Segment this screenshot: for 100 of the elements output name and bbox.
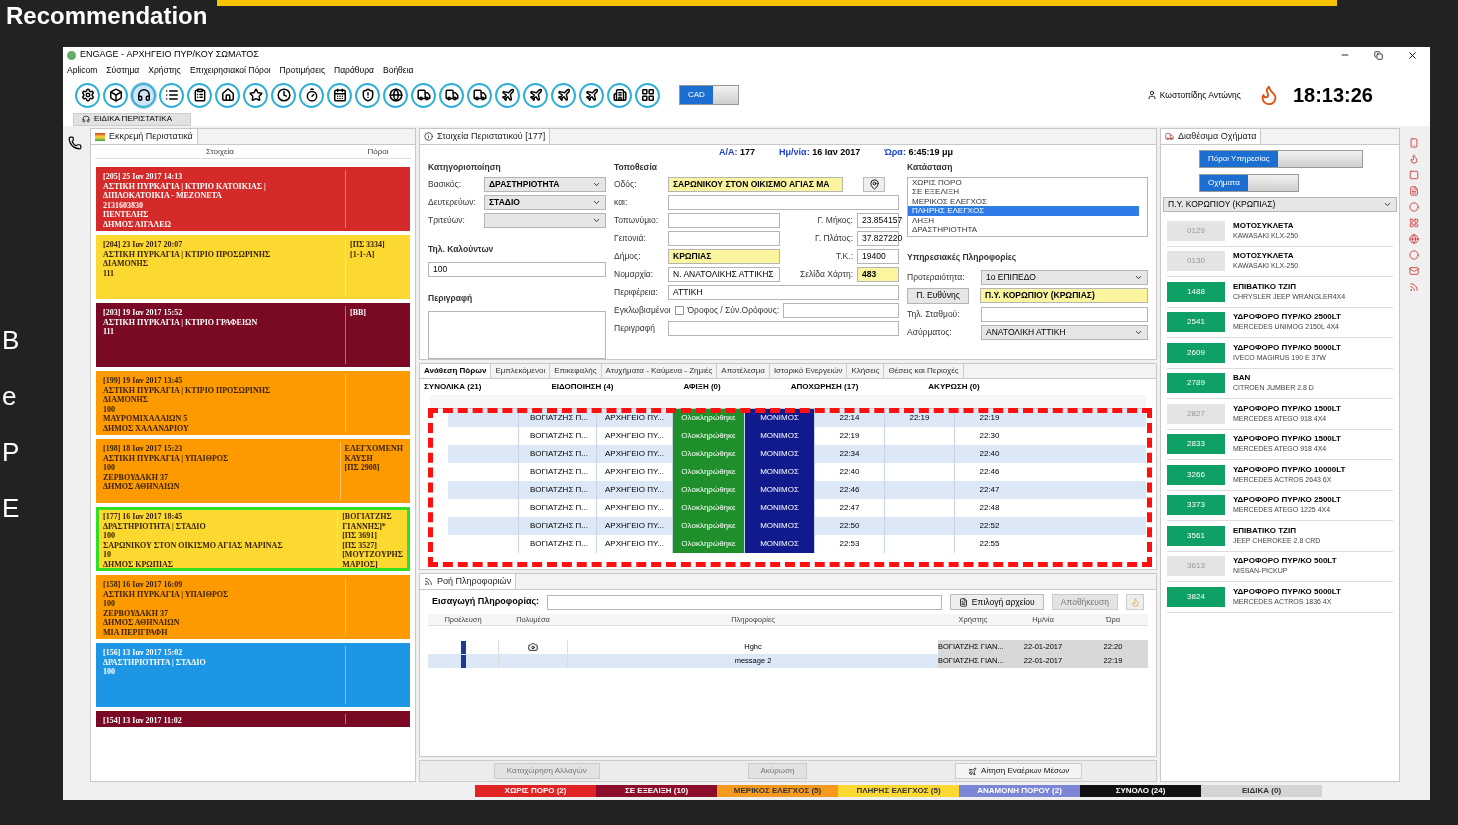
file-button[interactable]: Επιλογή αρχείου	[949, 594, 1044, 610]
incident-text: 111	[103, 327, 116, 337]
list-item[interactable]: ΣΕ ΕΞΕΛΙΞΗ	[908, 187, 1139, 197]
field-label: Τηλ. Σταθμού:	[907, 307, 961, 321]
incident-card[interactable]: [199] 19 Ιαν 2017 13:45 ΑΣΤΙΚΗ ΠΥΡΚΑΓΙΑ | ΚΤΙΡΙΟ ΠΡΟΣΩΡΙΝΗΣ ΔΙΑΜΟΝΗΣ 100 ΜΑΥΡΟΜΙΧΑΛΑΙΩΝ 5 ΔΗΜΟΣ ΧΑΛΑΝΔΡΙΟΥ	[96, 371, 410, 435]
vehicle-type: ΒΑΝ	[1233, 373, 1252, 384]
incident-text: [205] 25 Ιαν 2017 14:13	[103, 172, 184, 182]
summary-count: ΑΠΟΧΩΡΗΣΗ (17)	[790, 381, 859, 393]
panel-tab[interactable]: Εκκρεμή Περιστατικά	[91, 129, 198, 144]
table-cell: 22:55	[954, 535, 1024, 553]
incident-text: ΖΕΡΒΟΥΔΑΚΗ 37	[103, 608, 169, 619]
input-field[interactable]: ΣΑΡΩΝΙΚΟΥ ΣΤΟΝ ΟΙΚΙΣΜΟ ΑΓΙΑΣ ΜΑ	[668, 176, 843, 192]
input-field[interactable]: 100	[428, 261, 606, 277]
status-count: ΑΝΑΜΟΝΗ ΠΟΡΟΥ (2)	[959, 785, 1080, 797]
menu-item[interactable]: Aplicom	[67, 64, 98, 77]
input-field[interactable]: 19400	[857, 248, 899, 264]
incident-text: 111	[103, 268, 116, 279]
list-item[interactable]: ΧΩΡΙΣ ΠΟΡΟ	[908, 177, 1139, 188]
field-label: Γειτονιά:	[614, 231, 647, 245]
incident-card[interactable]: [177] 16 Ιαν 2017 18:45 ΔΡΑΣΤΗΡΙΟΤΗΤΑ | ΣΤΑΔΙΟ 100 ΣΑΡΩΝΙΚΟΥ ΣΤΟΝ ΟΙΚΙΣΜΟ ΑΓΙΑΣ ΜΑΡΙΝΑΣ 10 ΔΗΜΟΣ ΚΡΩΠΙΑΣ [ΒΟΓΙΑΤΖΗΣ ΓΙΑΝΝΗΣ]* [ΠΣ 3691] [ΠΣ 3527] [ΜΟΥΤΖΟΥΡΗΣ ΜΑΡΙΟΣ]	[96, 507, 410, 571]
cad-toggle[interactable]: CAD	[679, 85, 739, 105]
panel-tab[interactable]: Διαθέσιμα Οχήματα	[1161, 129, 1262, 144]
incident-text: ΔΗΜΟΣ ΑΙΓΑΛΕΩ	[103, 219, 172, 230]
incident-card[interactable]: [204] 23 Ιαν 2017 20:07 ΑΣΤΙΚΗ ΠΥΡΚΑΓΙΑ | ΚΤΙΡΙΟ ΠΡΟΣΩΡΙΝΗΣ ΔΙΑΜΟΝΗΣ 111 [ΠΣ 3334] [1-1-Α]	[96, 235, 410, 299]
list-item[interactable]: ΜΕΡΙΚΟΣ ΕΛΕΓΧΟΣ	[908, 196, 1139, 207]
table-cell: 22:53	[814, 535, 884, 553]
list-item[interactable]: ΛΗΞΗ	[908, 215, 1139, 226]
incident-text: ΑΣΤΙΚΗ ΠΥΡΚΑΓΙΑ | ΚΤΙΡΙΟ ΚΑΤΟΙΚΙΑΣ |	[103, 181, 267, 192]
incident-text: ΜΑΥΡΟΜΙΧΑΛΑΙΩΝ 5	[103, 414, 189, 424]
slide-title: Recommendation	[6, 4, 208, 28]
tab[interactable]: Θέσεις και Περιοχές	[884, 364, 964, 378]
tab[interactable]: Ανάθεση Πόρων	[420, 364, 492, 378]
dropdown-field[interactable]: ΑΝΑΤΟΛΙΚΗ ΑΤΤΙΚΗ	[981, 324, 1148, 340]
dropdown-field[interactable]: ΔΡΑΣΤΗΡΙΟΤΗΤΑ	[484, 176, 606, 192]
dropdown-field[interactable]: Π.Υ. ΚΟΡΩΠΙΟΥ (ΚΡΩΠΙΑΣ)	[1163, 197, 1397, 212]
type-cell: ΜΟΝΙΜΟΣ	[744, 445, 814, 463]
toggle-switch[interactable]: Οχήματα	[1199, 174, 1299, 192]
vehicle-type: ΥΔΡΟΦΟΡΟ ΠΥΡ/ΚΟ 5000LT	[1233, 586, 1341, 597]
field-label: Κατάσταση	[907, 161, 954, 174]
slide-text: B	[2, 326, 21, 353]
input-field[interactable]: 483	[857, 266, 899, 282]
menu-item[interactable]: Σύστημα	[106, 64, 140, 77]
vehicle-type: ΕΠΙΒΑΤΙΚΟ ΤΖΙΠ	[1233, 281, 1297, 292]
tab[interactable]: Κλήσεις	[847, 364, 885, 378]
incident-text: ΔΙΑΜΟΝΗΣ	[103, 395, 149, 405]
status-cell: Ολοκληρώθηκε	[672, 499, 744, 517]
incident-text: ΑΣΤΙΚΗ ΠΥΡΚΑΓΙΑ | ΥΠΑΙΘΡΟΣ	[103, 453, 230, 464]
input-field[interactable]: Π.Υ. ΚΟΡΩΠΙΟΥ (ΚΡΩΠΙΑΣ)	[980, 288, 1148, 304]
incident-card[interactable]: [198] 18 Ιαν 2017 15:23 ΑΣΤΙΚΗ ΠΥΡΚΑΓΙΑ | ΥΠΑΙΘΡΟΣ 100 ΖΕΡΒΟΥΔΑΚΗ 37 ΔΗΜΟΣ ΑΘΗΝΑΙΩΝ ΕΛΕΓΧΟΜΕΝΗ ΚΑΥΣΗ [ΠΣ 2908]	[96, 439, 410, 503]
menu-item[interactable]: Προτιμήσεις	[279, 64, 326, 77]
menu-item[interactable]: Χρήστης	[148, 64, 181, 77]
action-button[interactable]: Αίτηση Εναέριων Μέσων	[955, 763, 1083, 779]
header-text: Ημ/νία: 16 Ιαν 2017	[779, 146, 861, 160]
incident-text: ΔΡΑΣΤΗΡΙΟΤΗΤΑ | ΣΤΑΔΙΟ	[103, 521, 207, 532]
tab[interactable]: Ιστορικό Ενεργειών	[769, 364, 848, 378]
status-count: ΠΛΗΡΗΣ ΕΛΕΓΧΟΣ (5)	[838, 785, 959, 797]
incident-card[interactable]: [205] 25 Ιαν 2017 14:13 ΑΣΤΙΚΗ ΠΥΡΚΑΓΙΑ | ΚΤΙΡΙΟ ΚΑΤΟΙΚΙΑΣ | ΔΙΠΛΟΚΑΤΟΙΚΙΑ - ΜΕΖΟΝΕΤΑ 2131603830 ΠΕΝΤΕΛΗΣ ΔΗΜΟΣ ΑΙΓΑΛΕΩ	[96, 167, 410, 231]
field-label: Υπηρεσιακές Πληροφορίες	[907, 251, 1017, 262]
field-label: Οδός:	[614, 177, 638, 191]
tab[interactable]: Επικεφαλής	[550, 364, 602, 378]
list-item[interactable]: ΔΡΑΣΤΗΡΙΟΤΗΤΑ	[908, 225, 1139, 235]
incident-text: [204] 23 Ιαν 2017 20:07	[103, 240, 184, 250]
header-text: Α/Α: 177	[719, 146, 756, 160]
vehicle-type: ΕΠΙΒΑΤΙΚΟ ΤΖΙΠ	[1233, 525, 1297, 536]
field-label: Κατηγοριοποίηση	[428, 161, 502, 174]
field-label: Νομαρχία:	[614, 267, 655, 281]
menu-item[interactable]: Επιχειρησιακοί Πόροι	[189, 64, 271, 77]
status-list[interactable]: ΧΩΡΙΣ ΠΟΡΟ ΣΕ ΕΞΕΛΙΞΗ ΜΕΡΙΚΟΣ ΕΛΕΓΧΟΣ ΠΛΗΡΗΣ ΕΛΕΓΧΟΣ ΛΗΞΗ ΔΡΑΣΤΗΡΙΟΤΗΤΑ	[907, 176, 1148, 237]
dropdown-field[interactable]: 1ο ΕΠΙΠΕΔΟ	[981, 269, 1148, 285]
incident-card[interactable]: [154] 13 Ιαν 2017 11:02	[96, 711, 410, 727]
field-label: Όροφος / Σύν.Ορόφους:	[687, 303, 780, 317]
tab[interactable]: Ατυχήματα - Καύμενα - Ζημιές	[601, 364, 718, 378]
status-cell: Ολοκληρώθηκε	[672, 463, 744, 481]
incident-text: ΑΣΤΙΚΗ ΠΥΡΚΑΓΙΑ | ΚΤΙΡΙΟ ΓΡΑΦΕΙΩΝ	[103, 317, 259, 328]
type-cell: ΜΟΝΙΜΟΣ	[744, 463, 814, 481]
summary-count: ΑΦΙΞΗ (0)	[683, 381, 721, 393]
input-field[interactable]: ΚΡΩΠΙΑΣ	[668, 248, 780, 264]
panel-tab[interactable]: Ροή Πληροφοριών	[420, 574, 517, 589]
vehicle-type: ΥΔΡΟΦΟΡΟ ΠΥΡ/ΚΟ 2500LT	[1233, 312, 1341, 323]
special-incidents-button[interactable]: ΕΙΔΙΚΑ ΠΕΡΙΣΤΑΤΙΚΑ	[73, 112, 191, 126]
panel-tab[interactable]: Στοιχεία Περιστατικού [177]	[420, 129, 551, 144]
incident-text: ΔΗΜΟΣ ΧΑΛΑΝΔΡΙΟΥ	[103, 423, 190, 434]
resource-text: [ΒΟΓΙΑΤΖΗΣ	[342, 512, 393, 522]
dropdown-field[interactable]: ΣΤΑΔΙΟ	[484, 194, 606, 210]
tab[interactable]: Αποτέλεσμα	[717, 364, 770, 378]
status-cell: Ολοκληρώθηκε	[672, 445, 744, 463]
list-item[interactable]: ΠΛΗΡΗΣ ΕΛΕΓΧΟΣ	[908, 206, 1139, 216]
responsible-button[interactable]: Π. Ευθύνης	[907, 287, 969, 304]
field-label: Γ. Μήκος:	[816, 213, 853, 227]
tab[interactable]: Εμπλεκόμενοι	[491, 364, 551, 378]
menu-item[interactable]: Βοήθεια	[383, 64, 414, 77]
input-field[interactable]: Ν. ΑΝΑΤΟΛΙΚΗΣ ΑΤΤΙΚΗΣ	[668, 266, 780, 282]
field-label: Σελίδα Χάρτη:	[799, 267, 853, 281]
toggle-switch[interactable]: Πόροι Υπηρεσίας	[1199, 150, 1363, 168]
incident-card[interactable]: [158] 16 Ιαν 2017 16:09 ΑΣΤΙΚΗ ΠΥΡΚΑΓΙΑ | ΥΠΑΙΘΡΟΣ 100 ΖΕΡΒΟΥΔΑΚΗ 37 ΔΗΜΟΣ ΑΘΗΝΑΙΩΝ ΜΙΑ ΠΕΡΙΓΡΑΦΗ	[96, 575, 410, 639]
resource-text: [ΒΒ]	[350, 308, 367, 318]
menu-item[interactable]: Παράθυρα	[334, 64, 374, 77]
incident-card[interactable]: [203] 19 Ιαν 2017 15:52 ΑΣΤΙΚΗ ΠΥΡΚΑΓΙΑ | ΚΤΙΡΙΟ ΓΡΑΦΕΙΩΝ 111 [ΒΒ]	[96, 303, 410, 367]
input-field[interactable]: ΑΤΤΙΚΗ	[668, 284, 899, 300]
incident-text: ΔΙΑΜΟΝΗΣ	[103, 259, 149, 269]
